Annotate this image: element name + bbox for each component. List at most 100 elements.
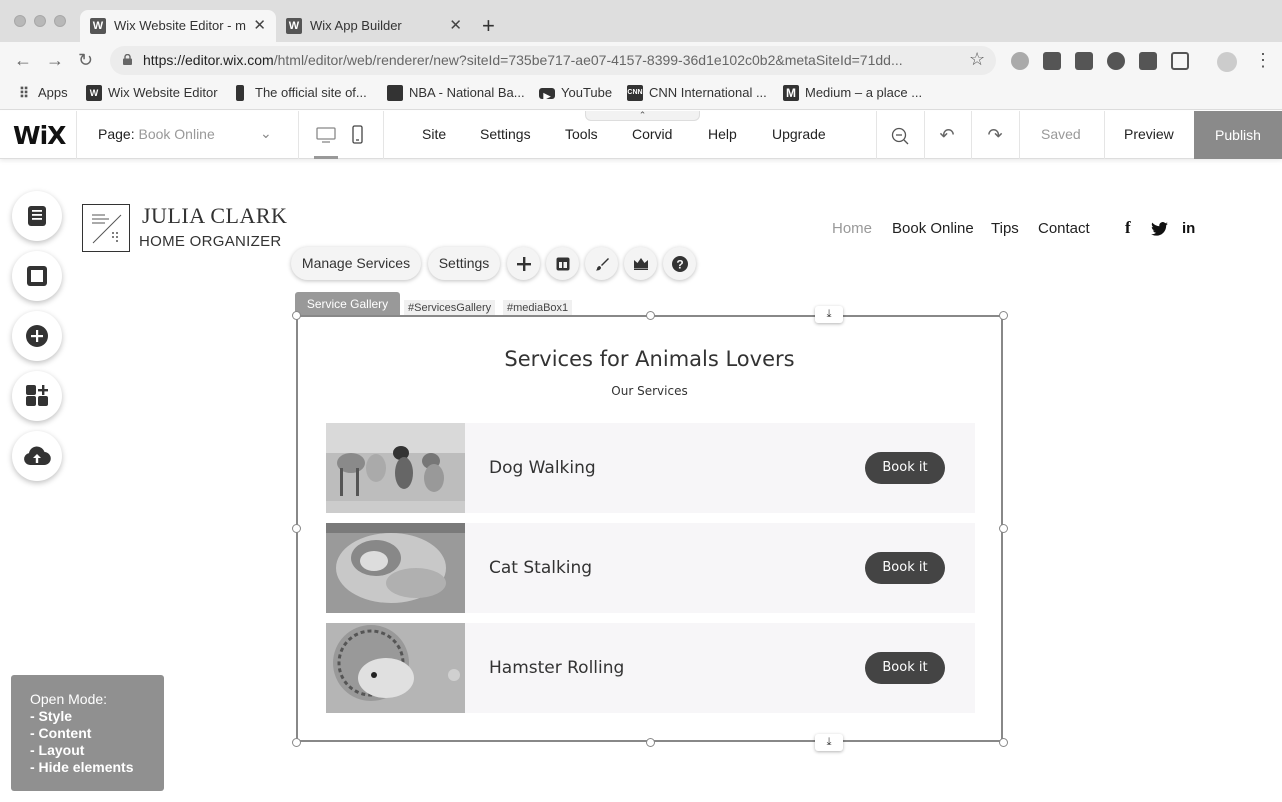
menu-tools[interactable]: Tools bbox=[565, 126, 598, 142]
site-nav-book-online[interactable]: Book Online bbox=[892, 220, 974, 237]
open-mode-title: Open Mode: bbox=[30, 691, 108, 707]
book-it-button[interactable]: Book it bbox=[865, 452, 945, 484]
site-logo[interactable] bbox=[82, 204, 130, 252]
back-arrow-icon[interactable]: ← bbox=[14, 50, 32, 70]
bookmark-wix-editor[interactable]: W Wix Website Editor bbox=[86, 78, 218, 108]
menu-help[interactable]: Help bbox=[708, 126, 737, 142]
pinterest-icon[interactable] bbox=[1107, 52, 1125, 70]
book-it-button[interactable]: Book it bbox=[865, 552, 945, 584]
screenshot-icon[interactable] bbox=[1171, 52, 1189, 70]
resize-handle[interactable] bbox=[292, 524, 301, 533]
design-button[interactable] bbox=[585, 247, 618, 280]
service-card[interactable]: Dog Walking Book it bbox=[326, 423, 975, 513]
url-host: https://editor.wix.com bbox=[143, 52, 274, 68]
page-selector[interactable]: Page: Book Online bbox=[98, 126, 215, 142]
corvid-dev-panel-toggle[interactable]: ⌃ bbox=[585, 111, 700, 121]
pages-icon bbox=[28, 206, 46, 226]
lock-icon bbox=[123, 54, 132, 65]
undo-icon[interactable]: ↶ bbox=[935, 123, 959, 147]
add-elements-button[interactable] bbox=[12, 311, 62, 361]
extension-icon[interactable] bbox=[1075, 52, 1093, 70]
menu-corvid[interactable]: Corvid bbox=[632, 126, 672, 142]
gallery-settings-button[interactable]: Settings bbox=[428, 247, 500, 280]
menu-upgrade[interactable]: Upgrade bbox=[772, 126, 826, 142]
service-image-hamster bbox=[326, 623, 465, 713]
resize-handle[interactable] bbox=[292, 311, 301, 320]
manage-services-button[interactable]: Manage Services bbox=[291, 247, 421, 280]
bookmark-star-icon[interactable]: ☆ bbox=[969, 49, 985, 69]
layout-button[interactable] bbox=[546, 247, 579, 280]
resize-handle[interactable] bbox=[999, 311, 1008, 320]
zoom-out-icon[interactable] bbox=[891, 127, 909, 145]
help-button[interactable]: ? bbox=[663, 247, 696, 280]
bookmarks-bar: ⠿ Apps W Wix Website Editor The official s… bbox=[0, 78, 1282, 110]
translate-icon[interactable] bbox=[1139, 52, 1157, 70]
upgrade-button[interactable] bbox=[624, 247, 657, 280]
service-card[interactable]: Cat Stalking Book it bbox=[326, 523, 975, 613]
publish-button[interactable]: Publish bbox=[1194, 111, 1282, 159]
bookmark-cnn[interactable]: CNN CNN International ... bbox=[627, 78, 767, 108]
linkedin-icon[interactable]: in bbox=[1182, 220, 1195, 237]
close-tab-icon[interactable]: ✕ bbox=[253, 10, 266, 42]
resize-handle[interactable] bbox=[999, 738, 1008, 747]
service-card[interactable]: Hamster Rolling Book it bbox=[326, 623, 975, 713]
wix-favicon: W bbox=[286, 18, 302, 34]
url-path: /html/editor/web/renderer/new?siteId=735… bbox=[273, 52, 903, 68]
twitter-icon[interactable] bbox=[1151, 222, 1168, 236]
resize-handle[interactable] bbox=[999, 524, 1008, 533]
new-tab-button[interactable]: + bbox=[482, 12, 495, 40]
resize-handle[interactable] bbox=[292, 738, 301, 747]
service-image-cat bbox=[326, 523, 465, 613]
bookmark-medium[interactable]: M Medium – a place ... bbox=[783, 78, 922, 108]
close-window-button[interactable] bbox=[14, 15, 26, 27]
preview-button[interactable]: Preview bbox=[1124, 126, 1174, 142]
add-apps-button[interactable] bbox=[12, 371, 62, 421]
browser-menu-icon[interactable]: ⋮ bbox=[1254, 50, 1272, 71]
open-mode-item: - Style bbox=[30, 708, 73, 724]
desktop-view-indicator bbox=[314, 156, 338, 159]
bookmark-nba[interactable]: NBA - National Ba... bbox=[387, 78, 525, 108]
menu-settings[interactable]: Settings bbox=[480, 126, 531, 142]
site-nav-home[interactable]: Home bbox=[832, 220, 872, 237]
menu-site[interactable]: Site bbox=[422, 126, 446, 142]
maximize-window-button[interactable] bbox=[54, 15, 66, 27]
close-tab-icon[interactable]: ✕ bbox=[449, 10, 462, 42]
layout-icon bbox=[556, 257, 569, 270]
reload-icon[interactable]: ↻ bbox=[78, 50, 93, 70]
browser-tab-wix-editor[interactable]: W Wix Website Editor - m ✕ bbox=[80, 10, 276, 42]
forward-arrow-icon[interactable]: → bbox=[46, 50, 64, 70]
browser-tab-wix-app-builder[interactable]: W Wix App Builder ✕ bbox=[276, 10, 472, 42]
mobile-view-icon[interactable] bbox=[352, 125, 363, 144]
resize-handle[interactable] bbox=[646, 311, 655, 320]
resize-handle[interactable] bbox=[646, 738, 655, 747]
add-service-button[interactable] bbox=[507, 247, 540, 280]
pages-panel-button[interactable] bbox=[12, 191, 62, 241]
bookmark-apps[interactable]: ⠿ Apps bbox=[16, 78, 68, 108]
book-it-button[interactable]: Book it bbox=[865, 652, 945, 684]
paintbrush-icon bbox=[595, 257, 609, 270]
site-subtitle[interactable]: HOME ORGANIZER bbox=[139, 233, 282, 250]
site-nav-contact[interactable]: Contact bbox=[1038, 220, 1090, 237]
chevron-down-icon[interactable]: ⌄ bbox=[260, 125, 272, 142]
minimize-window-button[interactable] bbox=[34, 15, 46, 27]
desktop-view-icon[interactable] bbox=[316, 127, 336, 143]
bookmark-nba-official[interactable]: The official site of... bbox=[233, 78, 367, 108]
redo-icon[interactable]: ↷ bbox=[983, 123, 1007, 147]
profile-avatar[interactable] bbox=[1217, 52, 1237, 72]
bookmark-youtube[interactable]: ▶ YouTube bbox=[539, 78, 612, 108]
stretch-download-icon[interactable]: ⤓ bbox=[815, 734, 843, 751]
stretch-download-icon[interactable]: ⤓ bbox=[815, 306, 843, 323]
youtube-icon: ▶ bbox=[539, 88, 555, 101]
site-name[interactable]: JULIA CLARK bbox=[142, 203, 287, 229]
drive-extension-icon[interactable] bbox=[1011, 52, 1029, 70]
wix-favicon: W bbox=[90, 18, 106, 34]
gallery-subtitle: Our Services bbox=[611, 384, 688, 398]
address-bar[interactable]: https://editor.wix.com/html/editor/web/r… bbox=[110, 46, 996, 75]
facebook-icon[interactable]: f bbox=[1125, 218, 1131, 238]
background-panel-button[interactable] bbox=[12, 251, 62, 301]
apps-plus-icon bbox=[26, 385, 48, 406]
extension-icon[interactable] bbox=[1043, 52, 1061, 70]
site-nav-tips[interactable]: Tips bbox=[991, 220, 1019, 237]
upload-media-button[interactable] bbox=[12, 431, 62, 481]
open-mode-item: - Layout bbox=[30, 742, 85, 758]
